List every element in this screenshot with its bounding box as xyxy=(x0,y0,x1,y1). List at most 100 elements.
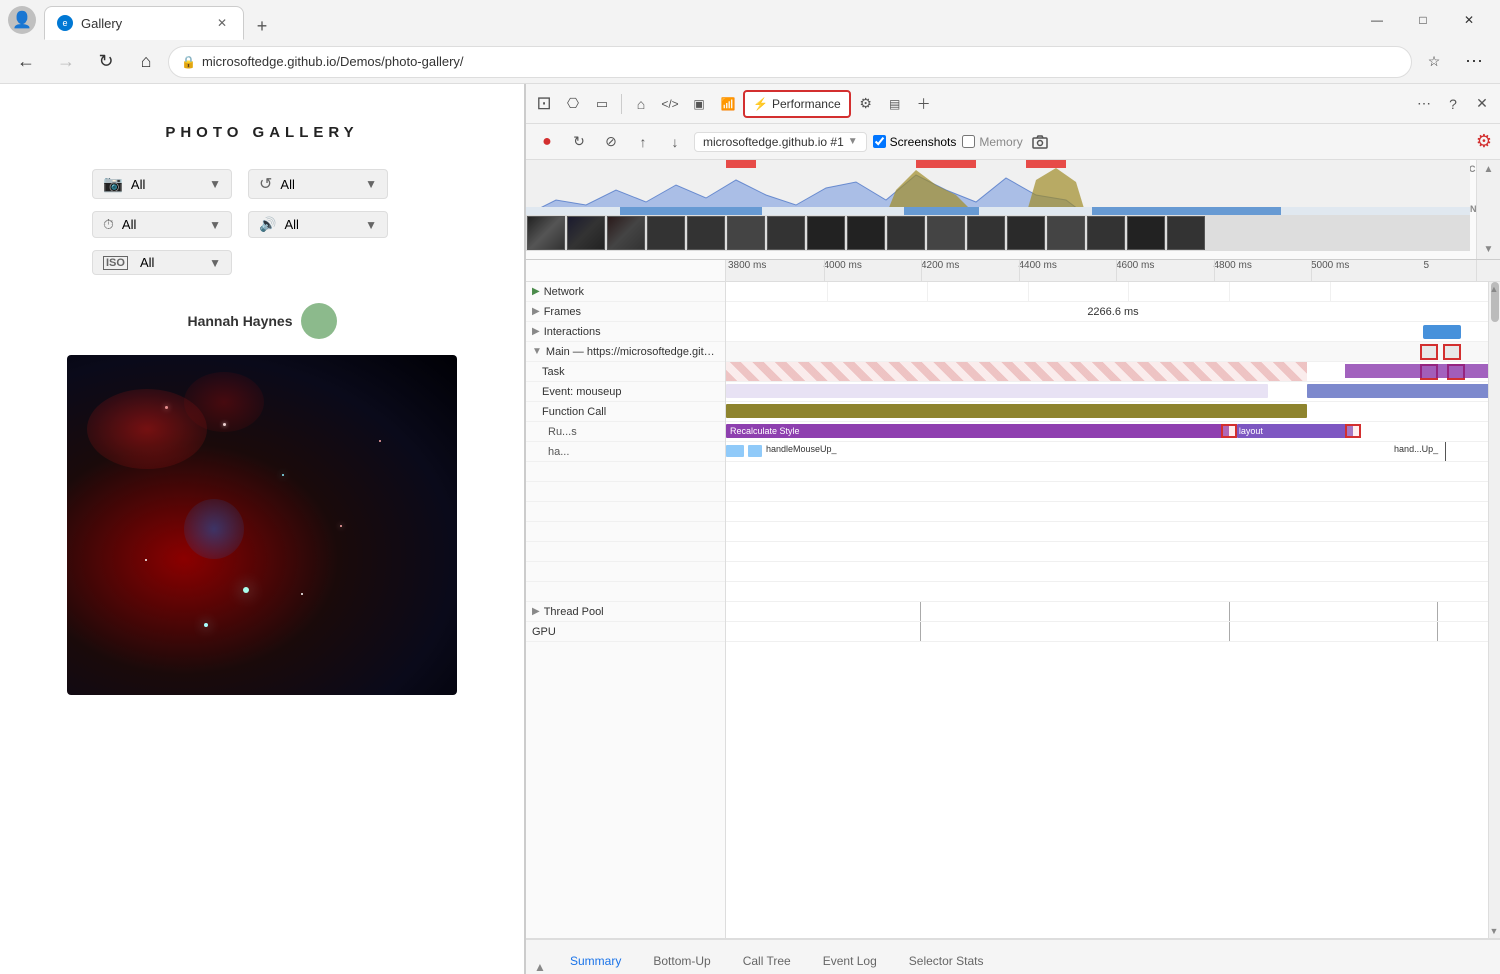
new-tab-button[interactable]: + xyxy=(248,12,276,40)
network-row-label[interactable]: ▶ Network xyxy=(526,282,725,302)
screenshot-thumb[interactable] xyxy=(687,216,725,250)
iso-filter-dropdown[interactable]: ISO All ▼ xyxy=(92,250,232,275)
screenshot-thumb[interactable] xyxy=(887,216,925,250)
handle-mouseup-track: handleMouseUp_ hand...Up_ xyxy=(726,442,1500,462)
screenshot-thumb[interactable] xyxy=(967,216,1005,250)
screenshot-thumb[interactable] xyxy=(647,216,685,250)
network-label: Network xyxy=(544,286,584,298)
handle-mouseup-text: handleMouseUp_ xyxy=(766,444,837,454)
download-button[interactable]: ↓ xyxy=(662,129,688,155)
favorites-button[interactable]: ☆ xyxy=(1416,44,1452,80)
close-button[interactable]: ✕ xyxy=(1446,4,1492,36)
screenshot-thumb[interactable] xyxy=(727,216,765,250)
time-filter-dropdown[interactable]: ⏱ All ▼ xyxy=(92,211,232,238)
task-bar-striped xyxy=(726,362,1307,381)
ruler-mark-4: 4400 ms xyxy=(1019,260,1057,271)
interactions-row-label[interactable]: ▶ Interactions xyxy=(526,322,725,342)
screenshot-thumb[interactable] xyxy=(607,216,645,250)
tab-event-log[interactable]: Event Log xyxy=(807,948,893,974)
sources-button[interactable]: ▣ xyxy=(685,90,713,118)
scroll-up-arrow[interactable]: ▲ xyxy=(1488,282,1500,296)
screenshots-checkbox[interactable] xyxy=(873,135,886,148)
screenshot-thumb[interactable] xyxy=(1007,216,1045,250)
reload-record-button[interactable]: ↻ xyxy=(566,129,592,155)
capture-screenshot-button[interactable] xyxy=(1029,131,1051,153)
network-button[interactable]: 📶 xyxy=(714,90,742,118)
empty-row-2 xyxy=(526,482,725,502)
timeline-scrollbar[interactable]: ▲ ▼ xyxy=(1476,160,1500,259)
recording-bar: ● ↻ ⊘ ↑ ↓ microsoftedge.github.io #1 ▼ S… xyxy=(526,124,1500,160)
record-button[interactable]: ● xyxy=(534,129,560,155)
gpu-row-label: GPU xyxy=(526,622,725,642)
bottom-expand-icon[interactable]: ▲ xyxy=(530,960,550,974)
tab-summary[interactable]: Summary xyxy=(554,948,637,974)
back-button[interactable]: ← xyxy=(8,44,44,80)
inspect-button[interactable]: ⎔ xyxy=(559,90,587,118)
target-label: microsoftedge.github.io #1 xyxy=(703,135,844,149)
memory-checkbox[interactable] xyxy=(962,135,975,148)
help-button[interactable]: ? xyxy=(1439,90,1467,118)
maximize-button[interactable]: □ xyxy=(1400,4,1446,36)
scroll-down-arrow[interactable]: ▼ xyxy=(1488,924,1500,938)
performance-button[interactable]: ⚡ Performance xyxy=(743,90,851,118)
camera-filter-dropdown[interactable]: 📷 All ▼ xyxy=(92,169,232,199)
elements-button[interactable]: ⌂ xyxy=(627,90,655,118)
screenshot-thumb[interactable] xyxy=(1087,216,1125,250)
audio-filter-dropdown[interactable]: 🔊 All ▼ xyxy=(248,211,388,238)
tracks-scrollbar[interactable]: ▲ ▼ xyxy=(1488,282,1500,938)
console-button[interactable]: </> xyxy=(656,90,684,118)
minimize-button[interactable]: — xyxy=(1354,4,1400,36)
grid-line xyxy=(1330,282,1331,301)
active-tab[interactable]: e Gallery ✕ xyxy=(44,6,244,40)
screenshots-checkbox-label[interactable]: Screenshots xyxy=(873,135,957,149)
tab-bottom-up[interactable]: Bottom-Up xyxy=(637,948,726,974)
ruler-tick-5 xyxy=(1214,260,1215,281)
more-tools-button[interactable]: ⋯ xyxy=(1410,90,1438,118)
add-tool-button[interactable]: ＋ xyxy=(910,90,938,118)
settings-tool-button[interactable]: ⚙ xyxy=(852,90,880,118)
tab-selector-stats[interactable]: Selector Stats xyxy=(893,948,1000,974)
layers-button[interactable]: ▤ xyxy=(881,90,909,118)
thread-pool-expand-icon: ▶ xyxy=(532,606,540,617)
tab-call-tree[interactable]: Call Tree xyxy=(727,948,807,974)
target-selector[interactable]: microsoftedge.github.io #1 ▼ xyxy=(694,132,867,152)
forward-button[interactable]: → xyxy=(48,44,84,80)
ruler-tick-6 xyxy=(1311,260,1312,281)
responsive-button[interactable]: ▭ xyxy=(588,90,616,118)
devtools-toggle-button[interactable]: ⊡ xyxy=(530,90,558,118)
refresh-button[interactable]: ↻ xyxy=(88,44,124,80)
frames-value: 2266.6 ms xyxy=(1087,306,1138,318)
screenshot-thumb[interactable] xyxy=(567,216,605,250)
rotation-filter-dropdown[interactable]: ↺ All ▼ xyxy=(248,169,388,199)
gpu-marker-3 xyxy=(1437,622,1438,641)
screenshot-thumb[interactable] xyxy=(527,216,565,250)
profile-icon[interactable]: 👤 xyxy=(8,6,36,34)
thread-pool-row-label[interactable]: ▶ Thread Pool xyxy=(526,602,725,622)
recalc-style-bar: Recalculate Style xyxy=(726,424,1229,438)
frames-row-label[interactable]: ▶ Frames xyxy=(526,302,725,322)
handle-short-label: ha... xyxy=(548,446,569,458)
performance-settings-button[interactable]: ⚙ xyxy=(1476,131,1492,152)
ruler-mark-2: 4000 ms xyxy=(824,260,862,271)
home-button[interactable]: ⌂ xyxy=(128,44,164,80)
recalc-row-label: Ru...s xyxy=(526,422,725,442)
memory-checkbox-label[interactable]: Memory xyxy=(962,135,1022,149)
tab-close-button[interactable]: ✕ xyxy=(213,14,231,32)
screenshot-thumb[interactable] xyxy=(847,216,885,250)
main-row-label[interactable]: ▼ Main — https://microsoftedge.github.io… xyxy=(526,342,725,362)
screenshot-thumb[interactable] xyxy=(1127,216,1165,250)
audio-icon: 🔊 xyxy=(259,216,276,233)
close-devtools-button[interactable]: ✕ xyxy=(1468,90,1496,118)
screenshot-thumb[interactable] xyxy=(807,216,845,250)
more-button[interactable]: ⋯ xyxy=(1456,44,1492,80)
screenshot-thumb[interactable] xyxy=(767,216,805,250)
address-bar[interactable]: 🔒 microsoftedge.github.io/Demos/photo-ga… xyxy=(168,46,1412,78)
clear-recording-button[interactable]: ⊘ xyxy=(598,129,624,155)
task-label: Task xyxy=(542,366,565,378)
layout-label: layout xyxy=(1239,426,1263,436)
screenshot-thumb[interactable] xyxy=(1167,216,1205,250)
screenshot-thumb[interactable] xyxy=(927,216,965,250)
screenshot-thumb[interactable] xyxy=(1047,216,1085,250)
handle-bar-2 xyxy=(748,445,762,457)
upload-button[interactable]: ↑ xyxy=(630,129,656,155)
